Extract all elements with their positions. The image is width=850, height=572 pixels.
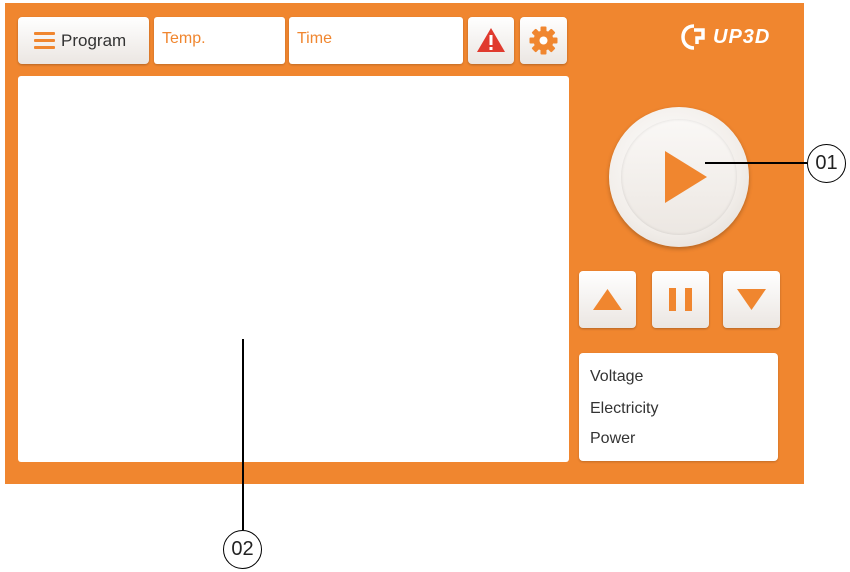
hamburger-menu-icon (34, 31, 55, 50)
play-button[interactable] (609, 107, 749, 247)
up3d-logo-icon (681, 24, 705, 50)
gear-icon (529, 26, 558, 55)
callout-01: 01 (807, 144, 846, 183)
warning-triangle-icon (477, 28, 505, 52)
callout-line-02 (242, 339, 244, 530)
main-display-area (18, 76, 569, 462)
voltage-label: Voltage (590, 368, 644, 385)
device-panel: Program Temp. Time UP3D Voltage Electric… (5, 3, 804, 484)
warning-button[interactable] (468, 17, 514, 64)
electricity-label: Electricity (590, 400, 659, 417)
up3d-logo: UP3D (681, 24, 770, 50)
pause-button[interactable] (652, 271, 709, 328)
temp-field[interactable]: Temp. (154, 17, 285, 64)
time-field[interactable]: Time (289, 17, 463, 64)
callout-line-01 (705, 162, 807, 164)
up-button[interactable] (579, 271, 636, 328)
callout-02: 02 (223, 530, 262, 569)
play-icon (665, 151, 707, 203)
pause-icon (669, 288, 692, 311)
arrow-down-icon (737, 289, 766, 310)
program-button[interactable]: Program (18, 17, 149, 64)
settings-button[interactable] (520, 17, 567, 64)
program-label: Program (61, 30, 127, 50)
arrow-up-icon (593, 289, 622, 310)
brand-name: UP3D (713, 25, 771, 48)
down-button[interactable] (723, 271, 780, 328)
power-label: Power (590, 430, 636, 447)
readout-panel: Voltage Electricity Power (579, 353, 778, 461)
